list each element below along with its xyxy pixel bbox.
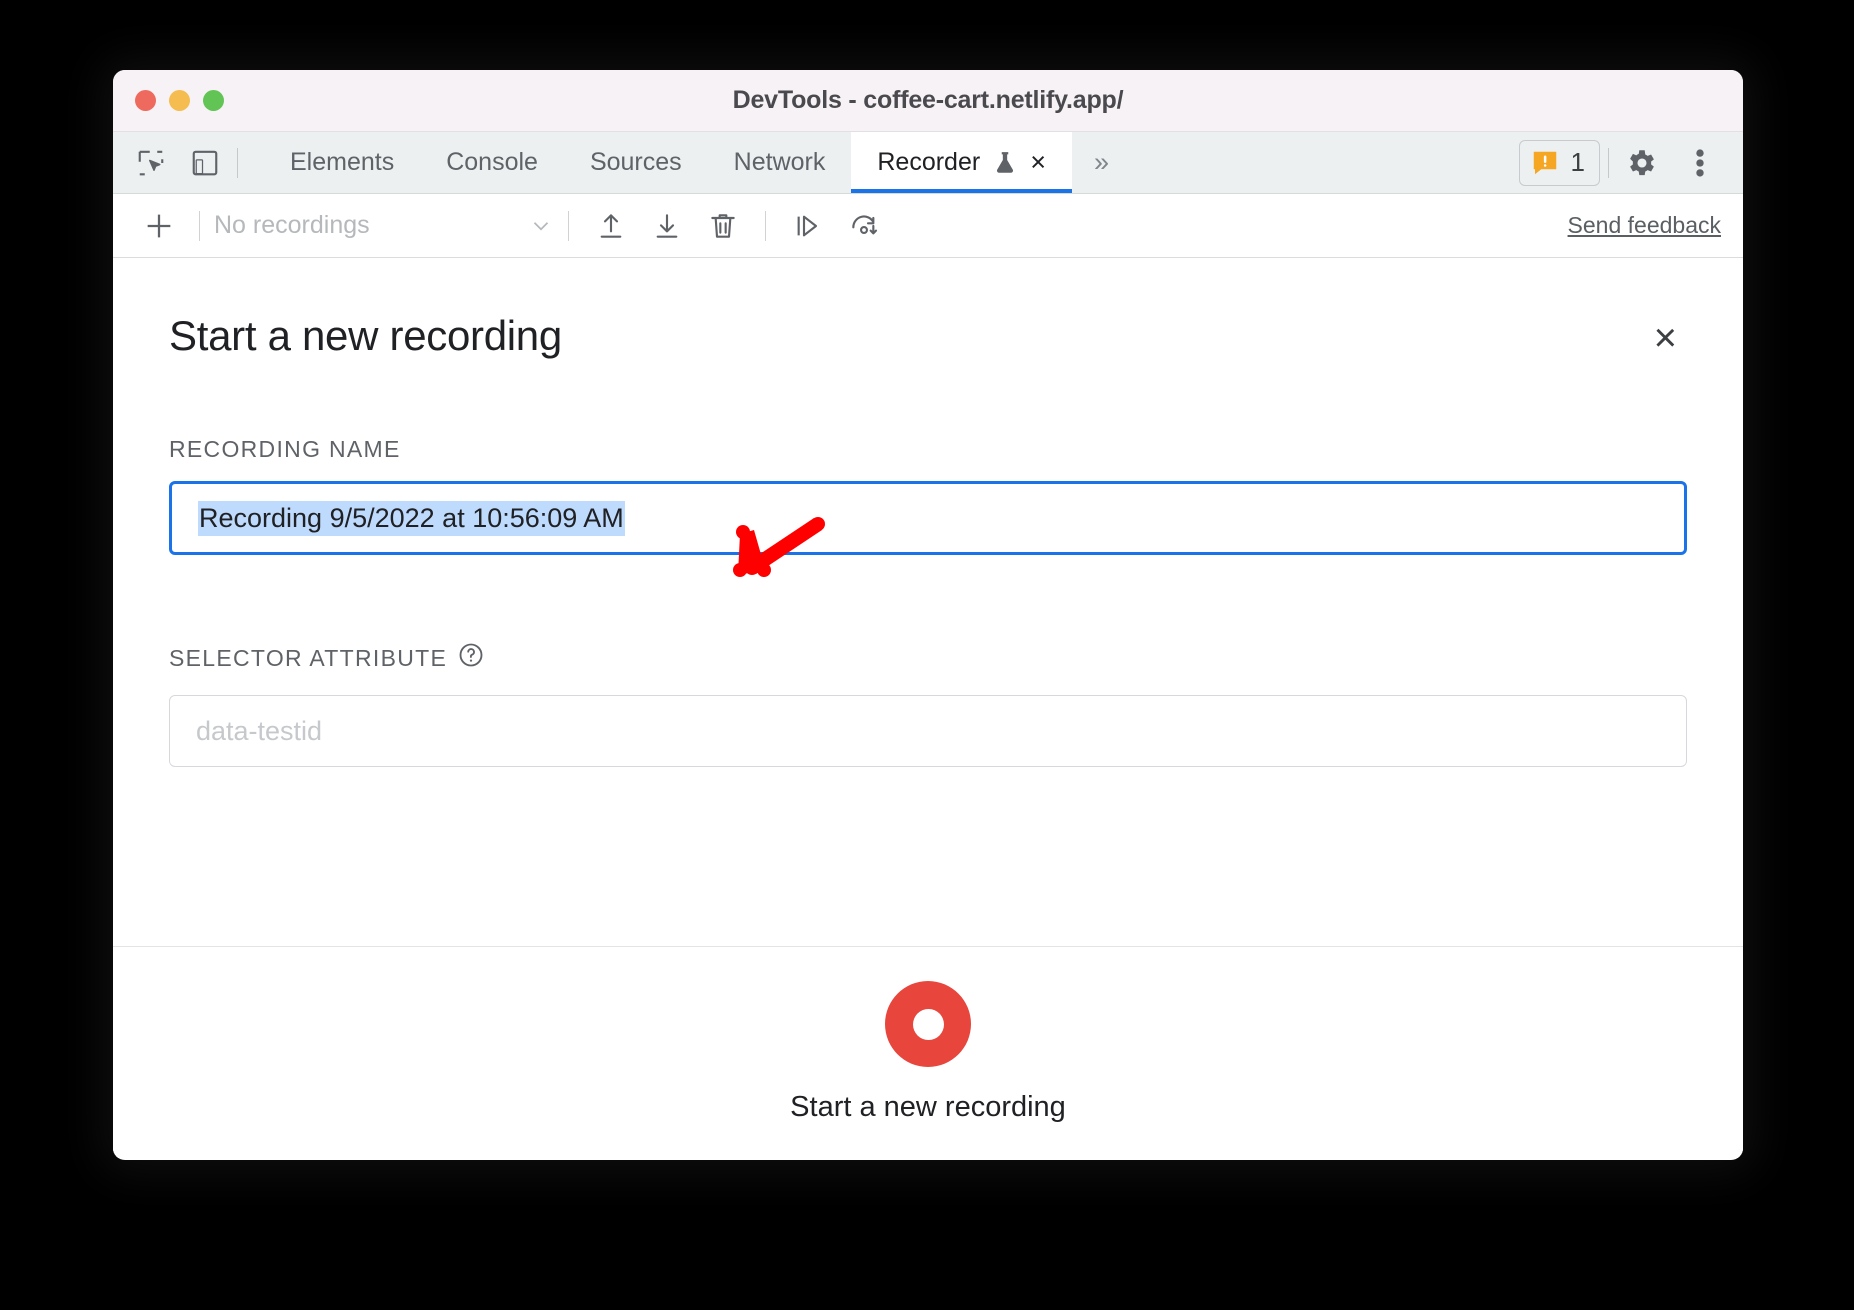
record-icon-center	[912, 1008, 944, 1040]
more-options-icon[interactable]	[1675, 138, 1725, 188]
tab-recorder[interactable]: Recorder ×	[851, 132, 1072, 193]
gear-icon[interactable]	[1617, 138, 1667, 188]
inspect-element-icon[interactable]	[129, 141, 173, 185]
help-circle-icon[interactable]	[457, 641, 485, 675]
device-toolbar-icon[interactable]	[183, 141, 227, 185]
tabbar-right-controls: 1	[1518, 132, 1743, 193]
panel-header: Start a new recording ×	[169, 312, 1687, 364]
recorder-toolbar: No recordings Send feedback	[113, 194, 1743, 258]
recording-name-label-text: RECORDING NAME	[169, 436, 401, 462]
delete-recording-icon[interactable]	[695, 200, 751, 252]
start-recording-button[interactable]	[885, 981, 971, 1067]
start-recording-button-label: Start a new recording	[790, 1091, 1066, 1123]
close-tab-button[interactable]: ×	[1030, 149, 1046, 176]
recording-select-value: No recordings	[214, 211, 370, 239]
tabbar-divider	[237, 147, 238, 178]
import-recording-icon[interactable]	[583, 200, 639, 252]
tab-label: Sources	[589, 148, 682, 176]
window-titlebar: DevTools - coffee-cart.netlify.app/	[113, 70, 1743, 132]
recording-name-value: Recording 9/5/2022 at 10:56:09 AM	[198, 500, 625, 536]
panel-footer: Start a new recording	[113, 946, 1743, 1158]
tab-label: Recorder	[877, 148, 981, 176]
send-feedback-link[interactable]: Send feedback	[1568, 212, 1721, 239]
tab-elements[interactable]: Elements	[264, 132, 420, 193]
recording-name-input[interactable]: Recording 9/5/2022 at 10:56:09 AM	[169, 481, 1687, 555]
tabbar-left-icons	[113, 132, 252, 193]
more-tabs-icon[interactable]: »	[1072, 132, 1131, 193]
experiment-flask-icon	[992, 150, 1018, 176]
devtools-window: DevTools - coffee-cart.netlify.app/ Elem…	[113, 70, 1743, 1160]
export-recording-icon[interactable]	[639, 200, 695, 252]
tab-label: Elements	[290, 148, 395, 176]
selector-attribute-label-text: SELECTOR ATTRIBUTE	[169, 644, 448, 671]
window-title: DevTools - coffee-cart.netlify.app/	[732, 86, 1124, 114]
toolbar-divider-2	[568, 210, 569, 241]
page-title: Start a new recording	[169, 312, 562, 359]
selector-attribute-input[interactable]: data-testid	[169, 695, 1687, 767]
selector-attribute-placeholder: data-testid	[196, 715, 323, 746]
tab-sources[interactable]: Sources	[564, 132, 708, 193]
devtools-tabbar: Elements Console Sources Network Recorde…	[113, 132, 1743, 194]
tabbar-right-divider	[1608, 147, 1609, 178]
tab-label: Network	[733, 148, 826, 176]
warnings-badge[interactable]: 1	[1518, 139, 1600, 186]
panel-content: Start a new recording × RECORDING NAME R…	[113, 258, 1743, 767]
warning-count: 1	[1570, 147, 1585, 177]
screenshot-root: DevTools - coffee-cart.netlify.app/ Elem…	[0, 0, 1854, 1310]
tab-label: Console	[446, 148, 538, 176]
chevron-down-icon	[528, 213, 554, 239]
tab-console[interactable]: Console	[420, 132, 564, 193]
toolbar-divider-3	[765, 210, 766, 241]
tab-network[interactable]: Network	[708, 132, 852, 193]
toolbar-divider-1	[199, 210, 200, 241]
add-recording-icon[interactable]	[133, 200, 185, 252]
start-recording-panel: Start a new recording × RECORDING NAME R…	[113, 258, 1743, 1158]
recording-select[interactable]: No recordings	[214, 211, 554, 240]
selector-attribute-label: SELECTOR ATTRIBUTE	[169, 641, 1687, 675]
close-icon[interactable]: ×	[1644, 312, 1687, 364]
replay-step-icon[interactable]	[780, 200, 836, 252]
tab-list: Elements Console Sources Network Recorde…	[264, 132, 1131, 193]
warning-icon	[1533, 151, 1556, 174]
replay-speed-icon[interactable]	[836, 200, 892, 252]
recording-name-label: RECORDING NAME	[169, 436, 1687, 463]
